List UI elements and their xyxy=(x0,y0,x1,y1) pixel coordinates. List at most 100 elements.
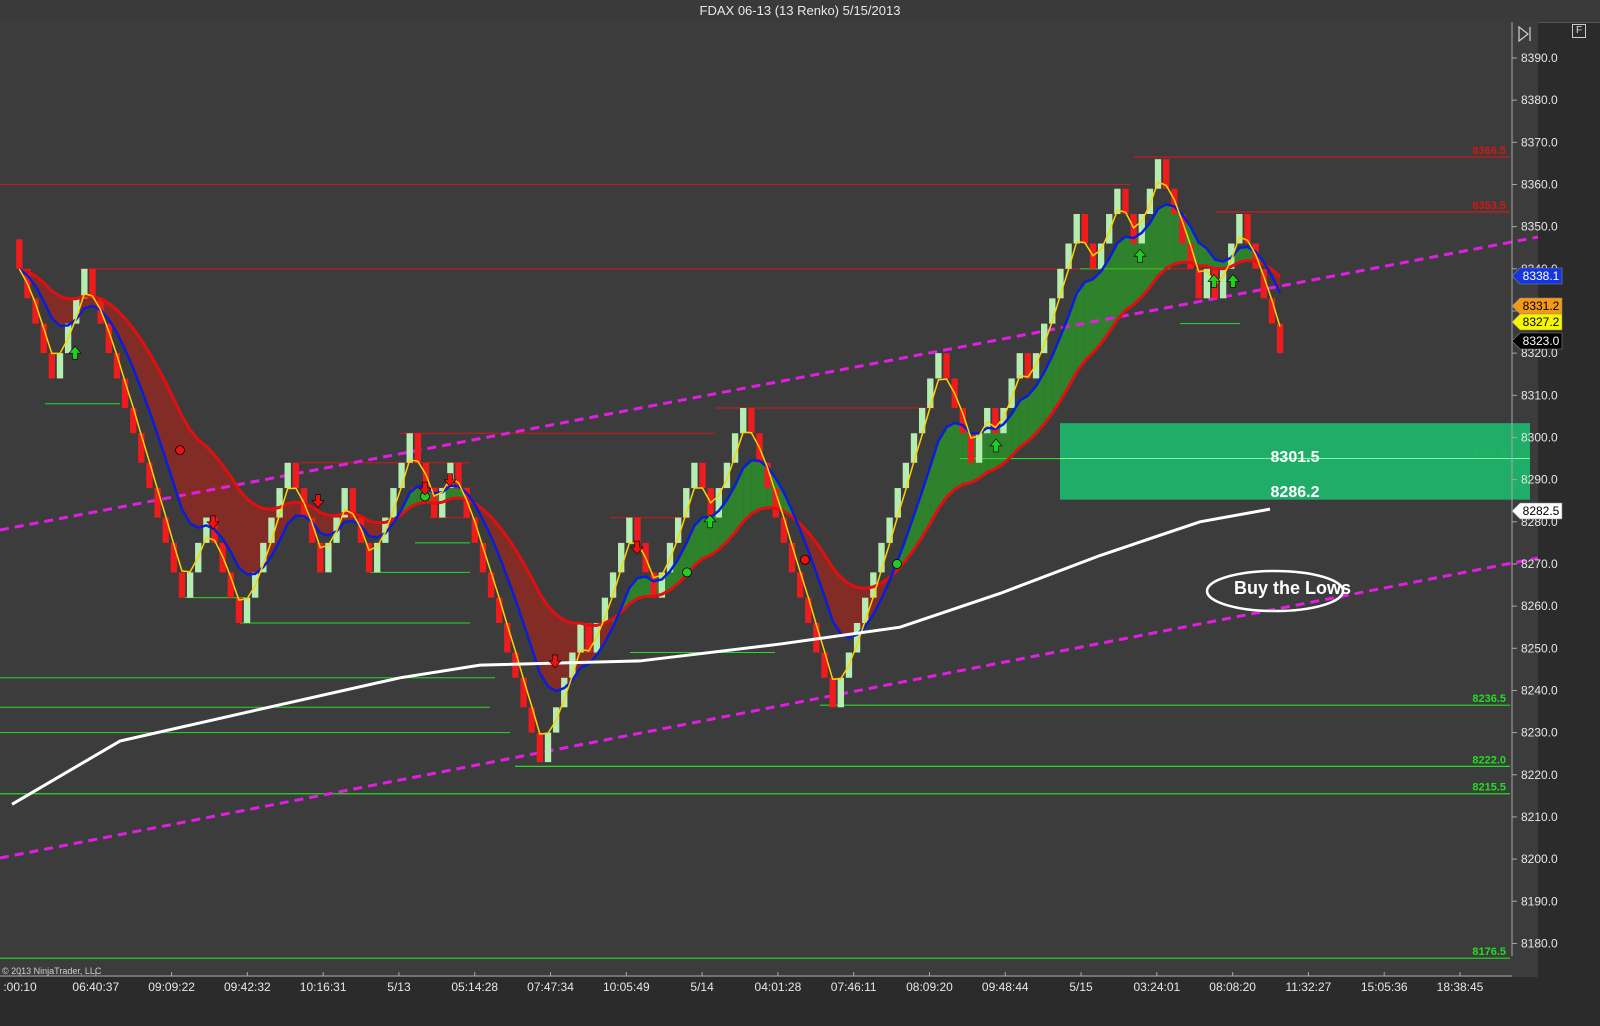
up-brick xyxy=(935,353,942,379)
ribbon-segment xyxy=(181,416,191,524)
x-tick-label: 05:14:28 xyxy=(451,980,498,994)
x-tick-label: 08:08:20 xyxy=(1209,980,1256,994)
price-marker-label: 8338.1 xyxy=(1523,269,1560,283)
cross-dot xyxy=(175,445,185,456)
level-label: 8222.0 xyxy=(1472,754,1506,766)
down-brick xyxy=(1122,188,1129,215)
ribbon-segment xyxy=(548,605,557,692)
ribbon-segment xyxy=(238,489,248,575)
price-marker-label: 8282.5 xyxy=(1523,504,1560,518)
y-tick-label: 8200.0 xyxy=(1521,852,1558,866)
x-tick-label: 11:32:27 xyxy=(1286,980,1332,994)
level-label: 8236.5 xyxy=(1472,693,1506,705)
x-tick-label: :00:10 xyxy=(3,980,37,994)
level-label: 8366.5 xyxy=(1472,145,1506,157)
ribbon-segment xyxy=(247,498,256,575)
down-brick xyxy=(235,597,243,623)
up-brick xyxy=(1154,159,1162,189)
down-brick xyxy=(48,353,56,379)
down-brick xyxy=(365,542,373,573)
down-brick xyxy=(130,407,137,434)
y-tick-label: 8260.0 xyxy=(1521,599,1558,613)
down-brick xyxy=(89,268,96,299)
y-tick-label: 8210.0 xyxy=(1521,810,1558,824)
down-brick xyxy=(1081,214,1089,244)
ribbon-segment xyxy=(1125,236,1134,311)
y-tick-label: 8180.0 xyxy=(1521,936,1558,950)
down-brick xyxy=(634,517,641,543)
x-tick-label: 15:05:36 xyxy=(1361,980,1408,994)
ribbon-segment xyxy=(1158,204,1167,277)
x-tick-label: 5/13 xyxy=(387,980,411,994)
down-brick xyxy=(414,433,422,463)
buy-the-lows-label: Buy the Lows xyxy=(1233,578,1351,598)
x-tick-label: 06:40:37 xyxy=(72,980,119,994)
renko-chart[interactable]: 8366.58353.58295.08236.58222.08215.58176… xyxy=(0,22,1600,1026)
ribbon-segment xyxy=(198,439,207,528)
ribbon-segment xyxy=(743,460,752,522)
down-brick xyxy=(178,572,186,598)
x-tick-label: 08:09:20 xyxy=(906,980,953,994)
up-brick xyxy=(927,378,934,408)
down-brick xyxy=(487,572,495,598)
x-tick-label: 10:16:31 xyxy=(300,980,347,994)
x-tick-label: 5/14 xyxy=(690,980,714,994)
up-brick xyxy=(1065,243,1072,269)
x-tick-label: 09:09:22 xyxy=(148,980,195,994)
x-tick-label: 07:47:34 xyxy=(527,980,574,994)
down-brick xyxy=(1195,268,1202,299)
down-brick xyxy=(154,488,161,518)
ribbon-segment xyxy=(1076,282,1085,372)
ribbon-segment xyxy=(59,296,69,326)
x-tick-label: 5/15 xyxy=(1069,980,1093,994)
up-brick xyxy=(886,517,893,543)
y-tick-label: 8250.0 xyxy=(1521,641,1558,655)
ribbon-segment xyxy=(1019,395,1028,448)
price-marker-label: 8323.0 xyxy=(1523,334,1560,348)
x-tick-label: 07:46:11 xyxy=(831,980,877,994)
x-tick-label: 18:38:45 xyxy=(1437,980,1484,994)
y-tick-label: 8390.0 xyxy=(1521,51,1558,65)
y-tick-label: 8270.0 xyxy=(1521,557,1558,571)
down-brick xyxy=(520,677,527,708)
y-tick-label: 8310.0 xyxy=(1521,388,1558,402)
level-label: 8215.5 xyxy=(1472,782,1506,794)
up-brick xyxy=(975,433,983,463)
cross-dot xyxy=(892,559,902,569)
x-tick-label: 10:05:49 xyxy=(603,980,650,994)
down-brick xyxy=(943,353,950,379)
up-brick xyxy=(1073,214,1080,244)
down-brick xyxy=(1276,323,1284,354)
y-tick-label: 8190.0 xyxy=(1521,894,1558,908)
down-brick xyxy=(748,407,755,434)
x-tick-label: 09:42:32 xyxy=(224,980,271,994)
up-brick xyxy=(894,488,901,518)
up-brick xyxy=(577,622,584,653)
up-brick xyxy=(910,433,918,463)
y-tick-label: 8230.0 xyxy=(1521,726,1558,740)
ribbon-segment xyxy=(1092,271,1102,353)
y-tick-label: 8370.0 xyxy=(1521,135,1558,149)
copyright-text: © 2013 NinjaTrader, LLC xyxy=(2,966,102,976)
x-tick-label: 09:48:44 xyxy=(982,980,1029,994)
up-brick xyxy=(186,572,194,598)
up-brick xyxy=(837,677,844,708)
up-brick xyxy=(243,597,251,623)
up-brick xyxy=(626,517,633,543)
up-brick xyxy=(1016,353,1023,379)
down-brick xyxy=(170,542,178,573)
ribbon-segment xyxy=(1117,236,1126,320)
up-brick xyxy=(691,462,698,489)
down-brick xyxy=(699,462,706,489)
cross-dot xyxy=(800,554,810,565)
down-brick xyxy=(146,462,153,489)
y-tick-label: 8360.0 xyxy=(1521,177,1558,191)
y-tick-label: 8240.0 xyxy=(1521,683,1558,697)
ribbon-segment xyxy=(751,460,760,514)
level-label: 8353.5 xyxy=(1472,200,1506,212)
down-brick xyxy=(292,462,300,489)
zone-bottom-label: 8286.2 xyxy=(1270,483,1320,501)
price-marker-label: 8327.2 xyxy=(1523,315,1560,329)
chart-title: FDAX 06-13 (13 Renko) 5/15/2013 xyxy=(699,3,901,18)
down-brick xyxy=(829,677,836,708)
